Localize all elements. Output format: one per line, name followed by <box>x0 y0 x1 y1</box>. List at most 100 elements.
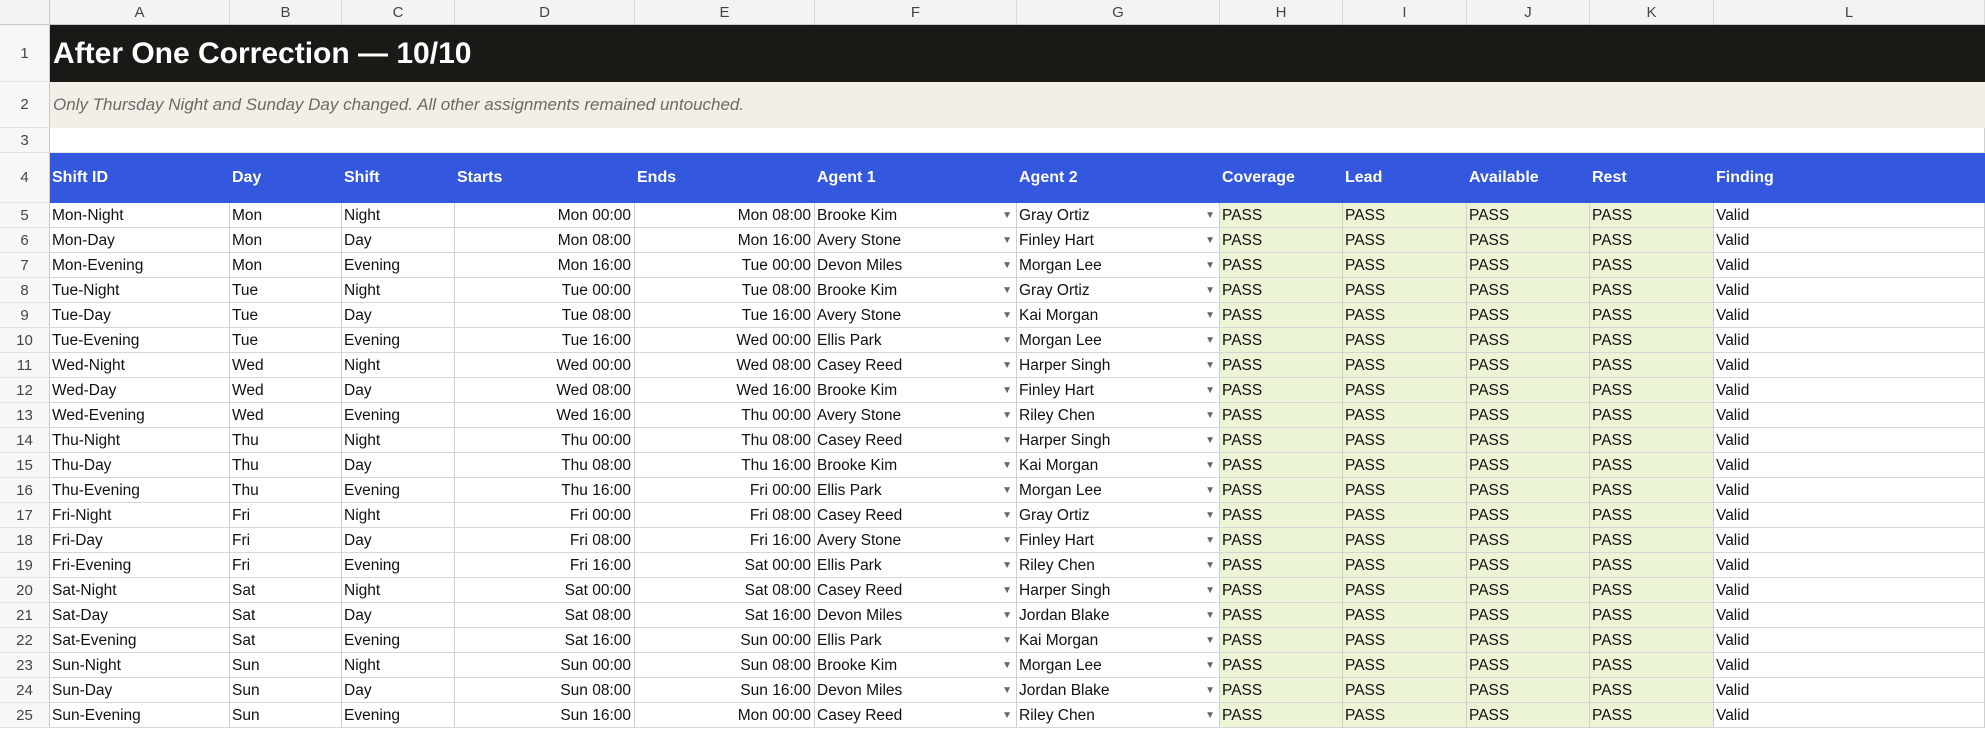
table-cell[interactable]: Mon <box>230 253 342 278</box>
table-cell[interactable]: Valid <box>1714 303 1985 328</box>
table-cell[interactable]: Thu 08:00 <box>635 428 815 453</box>
dropdown-caret-icon[interactable]: ▼ <box>1205 378 1215 402</box>
table-cell[interactable]: Tue 00:00 <box>455 278 635 303</box>
table-cell[interactable]: Fri-Evening <box>50 553 230 578</box>
table-cell[interactable]: PASS <box>1343 528 1467 553</box>
table-cell[interactable]: PASS <box>1590 578 1714 603</box>
table-cell[interactable]: PASS <box>1220 203 1343 228</box>
column-header-h[interactable]: H <box>1220 0 1343 25</box>
header-cell-l[interactable]: Finding <box>1714 153 1985 203</box>
table-cell[interactable]: Valid <box>1714 278 1985 303</box>
table-cell[interactable]: Sun 08:00 <box>455 678 635 703</box>
table-cell[interactable]: PASS <box>1220 378 1343 403</box>
table-cell[interactable]: PASS <box>1590 603 1714 628</box>
table-cell[interactable]: PASS <box>1220 478 1343 503</box>
row-header-23[interactable]: 23 <box>0 653 50 678</box>
table-cell[interactable]: Kai Morgan ▼ <box>1017 453 1220 478</box>
table-cell[interactable]: Fri 00:00 <box>455 503 635 528</box>
dropdown-caret-icon[interactable]: ▼ <box>1205 328 1215 352</box>
table-cell[interactable]: Thu 08:00 <box>455 453 635 478</box>
table-cell[interactable]: Sat <box>230 603 342 628</box>
table-cell[interactable]: Wed-Evening <box>50 403 230 428</box>
table-cell[interactable]: Day <box>342 453 455 478</box>
table-cell[interactable]: Tue 08:00 <box>455 303 635 328</box>
table-cell[interactable]: Mon <box>230 203 342 228</box>
table-cell[interactable]: Avery Stone ▼ <box>815 303 1017 328</box>
header-cell-f[interactable]: Agent 1 <box>815 153 1017 203</box>
dropdown-caret-icon[interactable]: ▼ <box>1002 378 1012 402</box>
dropdown-caret-icon[interactable]: ▼ <box>1205 278 1215 302</box>
table-cell[interactable]: Night <box>342 278 455 303</box>
table-cell[interactable]: PASS <box>1343 478 1467 503</box>
table-cell[interactable]: Brooke Kim ▼ <box>815 453 1017 478</box>
table-cell[interactable]: Casey Reed ▼ <box>815 503 1017 528</box>
dropdown-caret-icon[interactable]: ▼ <box>1205 453 1215 477</box>
table-cell[interactable]: PASS <box>1343 228 1467 253</box>
header-cell-a[interactable]: Shift ID <box>50 153 230 203</box>
table-cell[interactable]: PASS <box>1343 628 1467 653</box>
table-cell[interactable]: Tue <box>230 278 342 303</box>
table-cell[interactable]: PASS <box>1590 678 1714 703</box>
table-cell[interactable]: PASS <box>1220 503 1343 528</box>
table-cell[interactable]: Evening <box>342 403 455 428</box>
header-cell-h[interactable]: Coverage <box>1220 153 1343 203</box>
table-cell[interactable]: Mon-Night <box>50 203 230 228</box>
table-cell[interactable]: Day <box>342 678 455 703</box>
header-cell-k[interactable]: Rest <box>1590 153 1714 203</box>
dropdown-caret-icon[interactable]: ▼ <box>1002 328 1012 352</box>
column-header-c[interactable]: C <box>342 0 455 25</box>
table-cell[interactable]: Tue 16:00 <box>455 328 635 353</box>
table-cell[interactable]: PASS <box>1343 653 1467 678</box>
table-cell[interactable]: PASS <box>1220 653 1343 678</box>
table-cell[interactable]: PASS <box>1590 703 1714 728</box>
column-header-d[interactable]: D <box>455 0 635 25</box>
table-cell[interactable]: PASS <box>1467 578 1590 603</box>
table-cell[interactable]: Devon Miles ▼ <box>815 253 1017 278</box>
table-cell[interactable]: Valid <box>1714 578 1985 603</box>
table-cell[interactable]: Night <box>342 578 455 603</box>
table-cell[interactable]: Ellis Park ▼ <box>815 553 1017 578</box>
table-cell[interactable]: Brooke Kim ▼ <box>815 653 1017 678</box>
table-cell[interactable]: PASS <box>1467 628 1590 653</box>
table-cell[interactable]: Wed-Day <box>50 378 230 403</box>
table-cell[interactable]: Sat 08:00 <box>455 603 635 628</box>
table-cell[interactable]: Thu 16:00 <box>455 478 635 503</box>
dropdown-caret-icon[interactable]: ▼ <box>1205 403 1215 427</box>
table-cell[interactable]: PASS <box>1590 478 1714 503</box>
row-header-20[interactable]: 20 <box>0 578 50 603</box>
table-cell[interactable]: Sun-Night <box>50 653 230 678</box>
dropdown-caret-icon[interactable]: ▼ <box>1002 303 1012 327</box>
table-cell[interactable]: Wed 00:00 <box>455 353 635 378</box>
table-cell[interactable]: Valid <box>1714 628 1985 653</box>
dropdown-caret-icon[interactable]: ▼ <box>1002 228 1012 252</box>
table-cell[interactable]: Gray Ortiz ▼ <box>1017 278 1220 303</box>
table-cell[interactable]: Harper Singh ▼ <box>1017 578 1220 603</box>
table-cell[interactable]: Casey Reed ▼ <box>815 578 1017 603</box>
row-header-18[interactable]: 18 <box>0 528 50 553</box>
table-cell[interactable]: Wed 08:00 <box>635 353 815 378</box>
dropdown-caret-icon[interactable]: ▼ <box>1002 203 1012 227</box>
table-cell[interactable]: PASS <box>1467 303 1590 328</box>
table-cell[interactable]: Valid <box>1714 653 1985 678</box>
dropdown-caret-icon[interactable]: ▼ <box>1002 553 1012 577</box>
table-cell[interactable]: PASS <box>1590 453 1714 478</box>
header-cell-d[interactable]: Starts <box>455 153 635 203</box>
table-cell[interactable]: PASS <box>1590 528 1714 553</box>
table-cell[interactable]: Thu 00:00 <box>455 428 635 453</box>
dropdown-caret-icon[interactable]: ▼ <box>1002 678 1012 702</box>
table-cell[interactable]: PASS <box>1220 578 1343 603</box>
row-header-13[interactable]: 13 <box>0 403 50 428</box>
column-header-l[interactable]: L <box>1714 0 1985 25</box>
table-cell[interactable]: PASS <box>1467 678 1590 703</box>
row-header-11[interactable]: 11 <box>0 353 50 378</box>
table-cell[interactable]: Sat <box>230 578 342 603</box>
table-cell[interactable]: Fri-Day <box>50 528 230 553</box>
header-cell-j[interactable]: Available <box>1467 153 1590 203</box>
row-header-21[interactable]: 21 <box>0 603 50 628</box>
dropdown-caret-icon[interactable]: ▼ <box>1002 403 1012 427</box>
table-cell[interactable]: Fri <box>230 503 342 528</box>
table-cell[interactable]: PASS <box>1220 403 1343 428</box>
column-header-i[interactable]: I <box>1343 0 1467 25</box>
table-cell[interactable]: Morgan Lee ▼ <box>1017 478 1220 503</box>
table-cell[interactable]: PASS <box>1467 503 1590 528</box>
